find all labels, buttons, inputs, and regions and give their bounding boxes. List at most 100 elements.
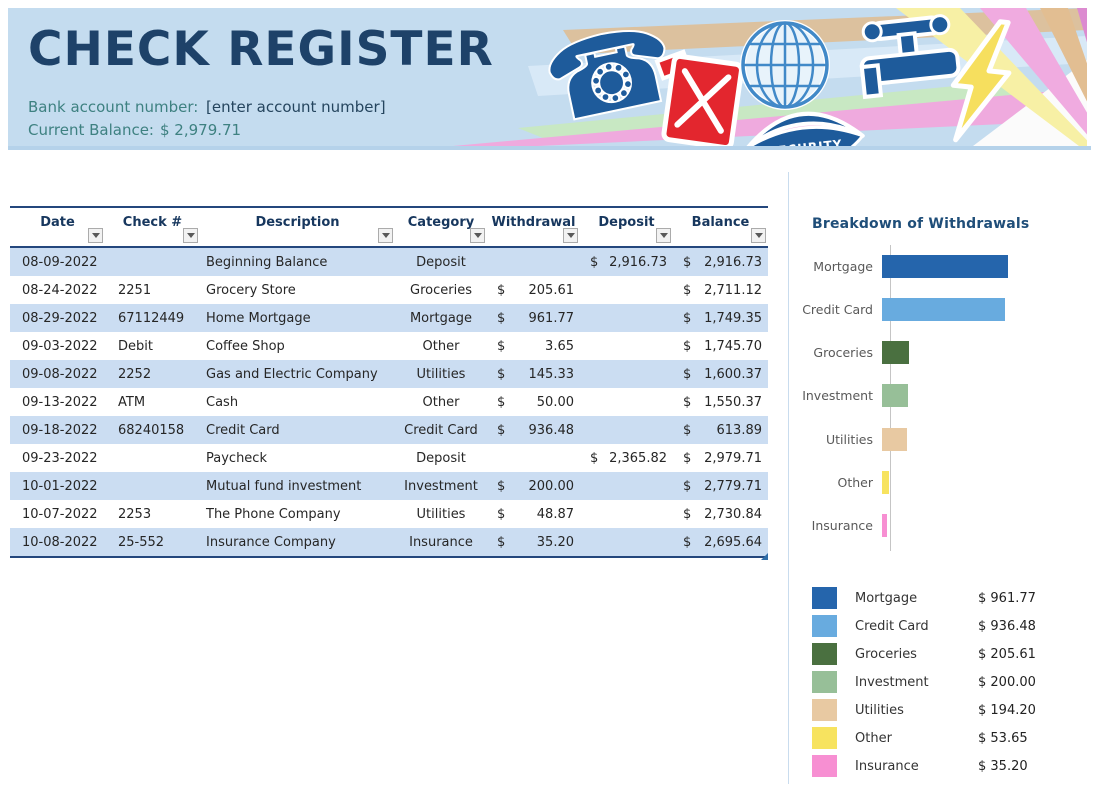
- cell-category[interactable]: Other: [395, 388, 487, 416]
- filter-dropdown-button[interactable]: [563, 228, 578, 243]
- cell-check[interactable]: [105, 248, 200, 276]
- cell-date[interactable]: 08-29-2022: [10, 304, 105, 332]
- cell-text: Mortgage: [410, 311, 472, 326]
- cell-check[interactable]: [105, 472, 200, 500]
- cell-deposit[interactable]: $2,916.73: [580, 248, 673, 276]
- cell-category[interactable]: Mortgage: [395, 304, 487, 332]
- cell-balance[interactable]: $1,550.37: [673, 388, 768, 416]
- cell-balance[interactable]: $1,745.70: [673, 332, 768, 360]
- cell-withdrawal[interactable]: $50.00: [487, 388, 580, 416]
- cell-withdrawal[interactable]: $3.65: [487, 332, 580, 360]
- cell-date[interactable]: 09-18-2022: [10, 416, 105, 444]
- cell-description[interactable]: Grocery Store: [200, 276, 395, 304]
- cell-check[interactable]: 67112449: [105, 304, 200, 332]
- cell-category[interactable]: Other: [395, 332, 487, 360]
- currency-symbol: $: [497, 423, 505, 438]
- cell-deposit[interactable]: [580, 360, 673, 388]
- cell-check[interactable]: 25-552: [105, 528, 200, 556]
- cell-date[interactable]: 08-09-2022: [10, 248, 105, 276]
- cell-date[interactable]: 09-08-2022: [10, 360, 105, 388]
- filter-dropdown-button[interactable]: [656, 228, 671, 243]
- cell-balance[interactable]: $2,779.71: [673, 472, 768, 500]
- cell-withdrawal[interactable]: $205.61: [487, 276, 580, 304]
- cell-date[interactable]: 09-03-2022: [10, 332, 105, 360]
- cell-check[interactable]: ATM: [105, 388, 200, 416]
- cell-check[interactable]: [105, 444, 200, 472]
- cell-category[interactable]: Deposit: [395, 248, 487, 276]
- cell-balance[interactable]: $1,600.37: [673, 360, 768, 388]
- cell-text: Grocery Store: [206, 283, 296, 298]
- cell-category[interactable]: Credit Card: [395, 416, 487, 444]
- cell-deposit[interactable]: [580, 500, 673, 528]
- cell-date[interactable]: 08-24-2022: [10, 276, 105, 304]
- cell-description[interactable]: The Phone Company: [200, 500, 395, 528]
- chart-category-label: Other: [796, 475, 882, 490]
- column-header-category: Category: [395, 208, 487, 246]
- cell-deposit[interactable]: $2,365.82: [580, 444, 673, 472]
- cell-withdrawal[interactable]: $200.00: [487, 472, 580, 500]
- cell-balance[interactable]: $1,749.35: [673, 304, 768, 332]
- cell-description[interactable]: Gas and Electric Company: [200, 360, 395, 388]
- cell-text: Beginning Balance: [206, 255, 327, 270]
- cell-check[interactable]: 2251: [105, 276, 200, 304]
- cell-check[interactable]: 2253: [105, 500, 200, 528]
- cell-category[interactable]: Deposit: [395, 444, 487, 472]
- table-resize-handle[interactable]: [761, 553, 768, 560]
- cell-date[interactable]: 10-01-2022: [10, 472, 105, 500]
- filter-dropdown-button[interactable]: [183, 228, 198, 243]
- cell-description[interactable]: Home Mortgage: [200, 304, 395, 332]
- cell-description[interactable]: Cash: [200, 388, 395, 416]
- table-row: 09-23-2022 PaycheckDeposit $2,365.82$2,979…: [10, 444, 768, 472]
- cell-deposit[interactable]: [580, 416, 673, 444]
- cell-date[interactable]: 09-23-2022: [10, 444, 105, 472]
- cell-description[interactable]: Paycheck: [200, 444, 395, 472]
- amount: 2,979.71: [704, 451, 762, 466]
- cell-deposit[interactable]: [580, 472, 673, 500]
- cell-date[interactable]: 10-07-2022: [10, 500, 105, 528]
- cell-date[interactable]: 10-08-2022: [10, 528, 105, 556]
- cell-date[interactable]: 09-13-2022: [10, 388, 105, 416]
- cell-balance[interactable]: $2,730.84: [673, 500, 768, 528]
- cell-withdrawal[interactable]: $961.77: [487, 304, 580, 332]
- cell-deposit[interactable]: [580, 388, 673, 416]
- cell-category[interactable]: Insurance: [395, 528, 487, 556]
- filter-dropdown-button[interactable]: [88, 228, 103, 243]
- cell-balance[interactable]: $2,695.64: [673, 528, 768, 556]
- cell-withdrawal[interactable]: [487, 444, 580, 472]
- cell-description[interactable]: Mutual fund investment: [200, 472, 395, 500]
- cell-withdrawal[interactable]: $936.48: [487, 416, 580, 444]
- cell-balance[interactable]: $613.89: [673, 416, 768, 444]
- cell-description[interactable]: Beginning Balance: [200, 248, 395, 276]
- cell-withdrawal[interactable]: [487, 248, 580, 276]
- account-number-field[interactable]: [enter account number]: [206, 98, 386, 116]
- cell-deposit[interactable]: [580, 276, 673, 304]
- currency-symbol: $: [683, 535, 691, 550]
- cell-category[interactable]: Utilities: [395, 360, 487, 388]
- cell-description[interactable]: Insurance Company: [200, 528, 395, 556]
- cell-deposit[interactable]: [580, 528, 673, 556]
- cell-description[interactable]: Credit Card: [200, 416, 395, 444]
- column-header-label: Withdrawal: [487, 208, 580, 230]
- cell-category[interactable]: Investment: [395, 472, 487, 500]
- chart-bar-area: [882, 471, 1088, 494]
- filter-dropdown-button[interactable]: [470, 228, 485, 243]
- filter-dropdown-button[interactable]: [378, 228, 393, 243]
- cell-category[interactable]: Utilities: [395, 500, 487, 528]
- cell-text: Credit Card: [206, 423, 280, 438]
- cell-check[interactable]: Debit: [105, 332, 200, 360]
- cell-balance[interactable]: $2,979.71: [673, 444, 768, 472]
- filter-dropdown-button[interactable]: [751, 228, 766, 243]
- cell-withdrawal[interactable]: $48.87: [487, 500, 580, 528]
- cell-category[interactable]: Groceries: [395, 276, 487, 304]
- cell-check[interactable]: 68240158: [105, 416, 200, 444]
- cell-check[interactable]: 2252: [105, 360, 200, 388]
- withdrawals-bar-chart[interactable]: MortgageCredit CardGroceriesInvestmentUt…: [796, 245, 1088, 547]
- cell-withdrawal[interactable]: $145.33: [487, 360, 580, 388]
- cell-deposit[interactable]: [580, 304, 673, 332]
- cell-description[interactable]: Coffee Shop: [200, 332, 395, 360]
- column-header-label: Balance: [673, 208, 768, 230]
- cell-withdrawal[interactable]: $35.20: [487, 528, 580, 556]
- cell-balance[interactable]: $2,711.12: [673, 276, 768, 304]
- cell-deposit[interactable]: [580, 332, 673, 360]
- cell-balance[interactable]: $2,916.73: [673, 248, 768, 276]
